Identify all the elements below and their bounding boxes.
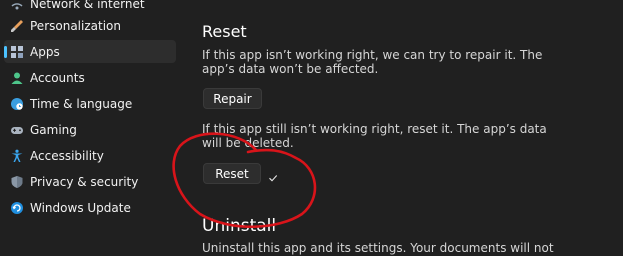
uninstall-section-title: Uninstall bbox=[202, 216, 277, 236]
reset-section-title: Reset bbox=[202, 22, 247, 41]
sidebar-item-label: Apps bbox=[30, 44, 60, 59]
settings-sidebar: Network & internet Personalization Apps … bbox=[0, 0, 185, 250]
sidebar-item-label: Accounts bbox=[30, 70, 85, 85]
paintbrush-icon bbox=[9, 18, 25, 34]
sidebar-item-label: Network & internet bbox=[30, 0, 145, 11]
sidebar-item-apps[interactable]: Apps bbox=[4, 40, 176, 63]
update-icon bbox=[9, 200, 25, 216]
sidebar-item-label: Accessibility bbox=[30, 148, 104, 163]
shield-icon bbox=[9, 174, 25, 190]
reset-description-line2: will be deleted. bbox=[202, 136, 294, 150]
network-icon bbox=[9, 0, 25, 12]
reset-button[interactable]: Reset bbox=[203, 163, 261, 184]
globe-clock-icon bbox=[9, 96, 25, 112]
sidebar-item-accessibility[interactable]: Accessibility bbox=[4, 144, 176, 167]
sidebar-item-label: Gaming bbox=[30, 122, 77, 137]
sidebar-item-label: Personalization bbox=[30, 18, 121, 33]
sidebar-item-time-language[interactable]: Time & language bbox=[4, 92, 176, 115]
uninstall-description-line1: Uninstall this app and its settings. You… bbox=[202, 241, 554, 255]
sidebar-item-gaming[interactable]: Gaming bbox=[4, 118, 176, 141]
gamepad-icon bbox=[9, 122, 25, 138]
sidebar-item-accounts[interactable]: Accounts bbox=[4, 66, 176, 89]
sidebar-item-label: Privacy & security bbox=[30, 174, 139, 189]
selection-indicator bbox=[4, 46, 7, 58]
sidebar-item-label: Time & language bbox=[30, 96, 133, 111]
sidebar-item-label: Windows Update bbox=[30, 200, 131, 215]
accessibility-icon bbox=[9, 148, 25, 164]
app-settings-content: Reset If this app isn’t working right, w… bbox=[186, 0, 623, 255]
checkmark-icon bbox=[268, 168, 278, 187]
person-icon bbox=[9, 70, 25, 86]
repair-button[interactable]: Repair bbox=[203, 88, 262, 109]
sidebar-item-windows-update[interactable]: Windows Update bbox=[4, 196, 176, 219]
sidebar-item-personalization[interactable]: Personalization bbox=[4, 14, 176, 37]
sidebar-item-privacy-security[interactable]: Privacy & security bbox=[4, 170, 176, 193]
repair-description-line2: app’s data won’t be affected. bbox=[202, 62, 379, 76]
sidebar-item-network[interactable]: Network & internet bbox=[4, 0, 176, 15]
apps-icon bbox=[9, 44, 25, 60]
